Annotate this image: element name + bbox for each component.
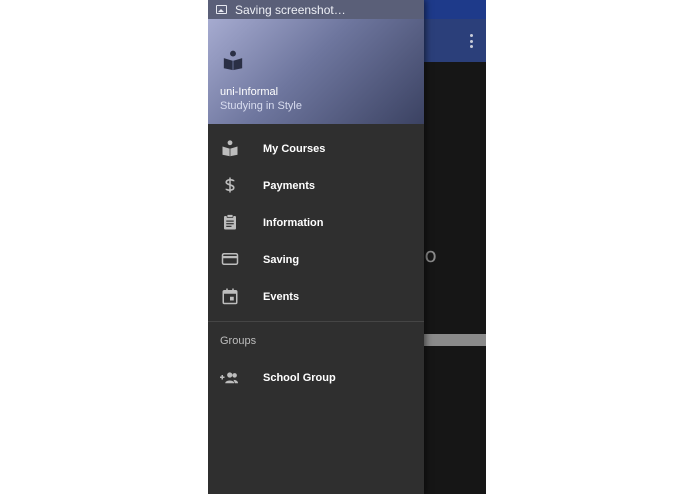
phone-screen: zo Saving screenshot… uni-Informal Study… [208,0,486,494]
book-reader-icon [223,50,243,71]
app-name: uni-Informal [220,86,279,98]
dollar-icon [225,177,235,193]
book-reader-icon [222,140,238,157]
status-text: Saving screenshot… [235,2,346,17]
drawer-divider [208,321,424,322]
drawer-item-school-group[interactable]: School Group [208,360,424,397]
drawer-item-events[interactable]: Events [208,278,424,315]
drawer-item-label: Payments [263,179,315,192]
drawer-menu: My Courses Payments Information Saving E… [208,130,424,315]
drawer-item-label: Information [263,216,324,229]
drawer-header[interactable]: uni-Informal Studying in Style [208,19,424,124]
more-vert-icon[interactable] [470,34,474,48]
drawer-item-label: School Group [263,372,336,384]
navigation-drawer: Saving screenshot… uni-Informal Studying… [208,0,424,494]
calendar-icon [222,288,238,305]
drawer-item-payments[interactable]: Payments [208,167,424,204]
drawer-item-label: Events [263,290,300,303]
drawer-item-information[interactable]: Information [208,204,424,241]
drawer-item-label: Saving [263,253,300,266]
app-progress-bar [424,334,486,346]
image-icon [216,5,227,14]
status-bar: Saving screenshot… [208,0,424,19]
groups-section-header: Groups [220,335,257,347]
drawer-item-label: My Courses [263,142,326,155]
group-add-icon [220,372,238,384]
credit-card-icon [221,253,239,265]
app-tagline: Studying in Style [220,100,302,112]
clipboard-icon [224,214,236,230]
drawer-item-saving[interactable]: Saving [208,241,424,278]
drawer-item-my-courses[interactable]: My Courses [208,130,424,167]
